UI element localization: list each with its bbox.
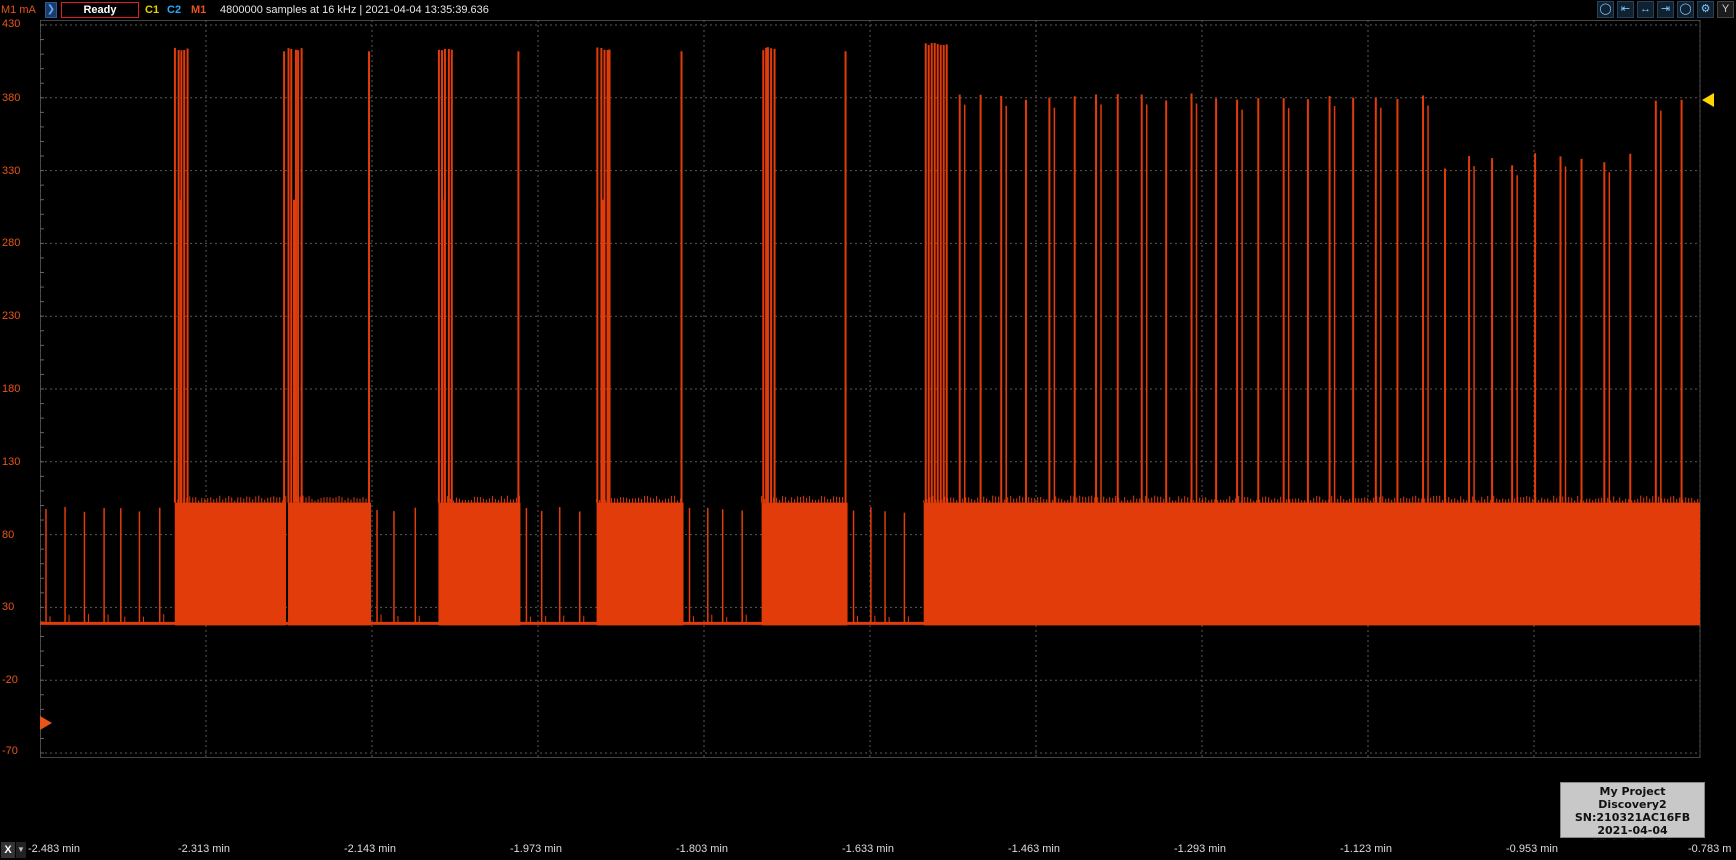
- waveform-plot[interactable]: [40, 20, 1720, 840]
- y-tick-label: 230: [2, 310, 21, 323]
- y-tick-label: 430: [2, 18, 21, 30]
- trace-burst-block: [923, 502, 1700, 626]
- x-tick-label: -1.803 min: [676, 843, 728, 855]
- y-tick-label: 330: [2, 164, 21, 177]
- y-axis-button[interactable]: Y: [1717, 1, 1734, 18]
- acquisition-info: 4800000 samples at 16 kHz | 2021-04-04 1…: [220, 4, 489, 16]
- channel-c1[interactable]: C1: [145, 0, 159, 20]
- trace-burst-block: [288, 502, 372, 626]
- channel-offset-marker[interactable]: [40, 716, 52, 730]
- y-tick-label: 380: [2, 91, 21, 104]
- x-tick-label: -0.783 m: [1688, 843, 1732, 855]
- x-tick-label: -2.483 min: [28, 843, 80, 855]
- trace-burst-block: [174, 502, 287, 626]
- x-axis-button[interactable]: X: [1, 842, 15, 858]
- align-left-icon[interactable]: ⇤: [1617, 1, 1634, 18]
- trace-burst-block: [761, 502, 848, 626]
- y-tick-label: 280: [2, 237, 21, 250]
- project-name: My Project: [1599, 785, 1666, 798]
- x-tick-label: -1.973 min: [510, 843, 562, 855]
- x-tick-label: -2.143 min: [344, 843, 396, 855]
- x-tick-label: -0.953 min: [1506, 843, 1558, 855]
- y-tick-label: 130: [2, 455, 21, 468]
- x-tick-label: -1.123 min: [1340, 843, 1392, 855]
- x-tick-label: -2.313 min: [178, 843, 230, 855]
- device-name: Discovery2: [1598, 798, 1667, 811]
- device-serial: SN:210321AC16FB: [1574, 811, 1691, 824]
- run-button[interactable]: ❯: [45, 2, 57, 18]
- trigger-level-marker[interactable]: [1702, 93, 1714, 107]
- x-axis: X ▼ -2.483 min -2.313 min -2.143 min -1.973…: [0, 840, 1736, 860]
- zoom-in-icon[interactable]: ◯: [1597, 1, 1614, 18]
- align-right-icon[interactable]: ⇥: [1657, 1, 1674, 18]
- unit-label: M1 mA: [1, 4, 36, 16]
- toolbar: ◯ ⇤ ↔ ⇥ ◯ ⚙ Y: [1597, 1, 1734, 18]
- channel-c2[interactable]: C2: [167, 0, 181, 20]
- channel-m1[interactable]: M1: [191, 0, 206, 20]
- status-indicator: Ready: [61, 2, 139, 18]
- device-info-box: My Project Discovery2 SN:210321AC16FB 20…: [1560, 782, 1705, 850]
- settings-icon[interactable]: ⚙: [1697, 1, 1714, 18]
- x-tick-label: -1.293 min: [1174, 843, 1226, 855]
- y-tick-label: -70: [2, 745, 18, 757]
- y-tick-label: 180: [2, 383, 21, 395]
- align-center-icon[interactable]: ↔: [1637, 1, 1654, 18]
- y-tick-label: 80: [2, 528, 15, 541]
- top-bar: M1 mA ❯ Ready C1 C2 M1 4800000 samples a…: [0, 0, 1736, 20]
- y-tick-label: -20: [2, 674, 18, 687]
- x-tick-label: -1.463 min: [1008, 843, 1060, 855]
- scope-window: M1 mA ❯ Ready C1 C2 M1 4800000 samples a…: [0, 0, 1736, 860]
- x-axis-dropdown[interactable]: ▼: [16, 842, 26, 858]
- trace-burst-block: [438, 502, 521, 626]
- x-tick-label: -1.633 min: [842, 843, 894, 855]
- plot-area[interactable]: [40, 20, 1736, 840]
- trace-burst-block: [596, 502, 684, 626]
- y-tick-label: 30: [2, 601, 15, 614]
- zoom-out-icon[interactable]: ◯: [1677, 1, 1694, 18]
